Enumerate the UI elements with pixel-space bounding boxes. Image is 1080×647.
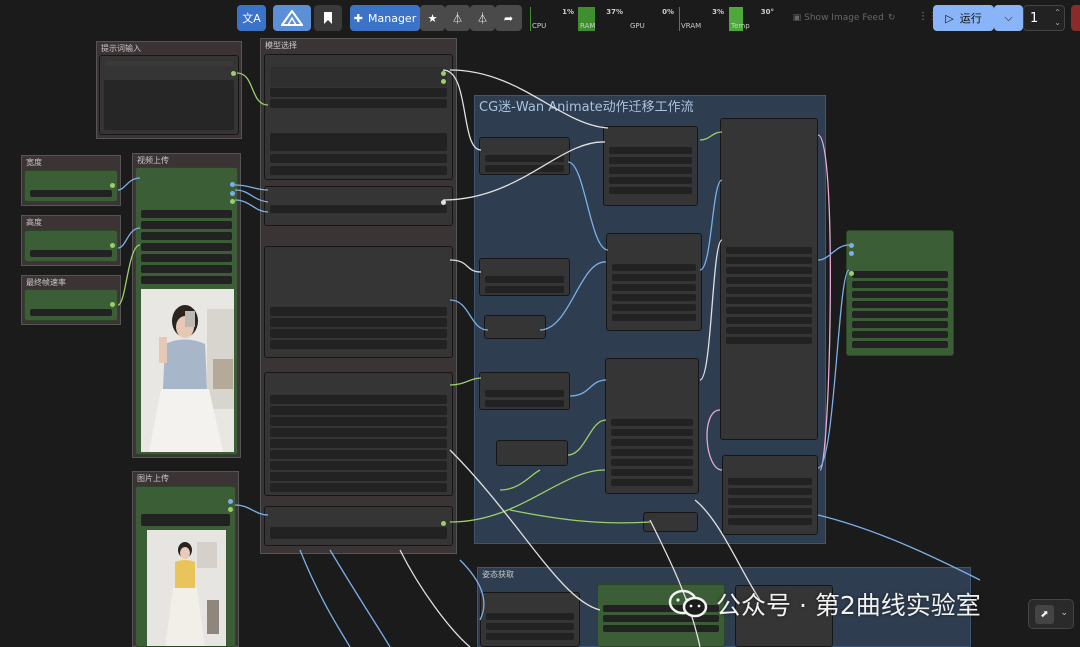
model-loader-node-2[interactable] (264, 186, 453, 226)
meter-label: VRAM (681, 22, 702, 30)
meter-value: 30° (760, 8, 774, 16)
top-toolbar: 文A ✚ Manager ★ ⏃ ⏃ ➦ 1% CPU 37% RAM 0% G (226, 0, 1080, 35)
wf-node-f[interactable] (603, 126, 698, 206)
refresh-icon: ↻ (887, 13, 896, 23)
puzzle-icon: ✚ (353, 11, 363, 25)
wf-node-i[interactable] (643, 512, 698, 532)
triangle-icon: ⏃ (452, 12, 463, 25)
manager-label: Manager (368, 11, 417, 25)
wf-decode-node[interactable] (722, 455, 818, 535)
height-node[interactable] (24, 230, 118, 262)
group-title: 视频上传 (137, 156, 169, 165)
share-icon: ➦ (503, 11, 514, 25)
star-button[interactable]: ★ (420, 5, 445, 31)
prompt-text-node[interactable] (99, 55, 239, 135)
chevron-down-icon: ⌄ (1060, 608, 1068, 618)
video-output-node[interactable] (846, 230, 954, 356)
prompt-textarea[interactable] (104, 80, 234, 130)
wf-sampler-node[interactable] (720, 118, 818, 440)
close-button[interactable] (1071, 5, 1080, 31)
group-title: 姿态获取 (482, 570, 514, 579)
models-button[interactable]: ⏃ (470, 5, 495, 31)
meter-label: Temp (731, 22, 750, 30)
run-button[interactable]: ▷ 运行 (933, 5, 994, 31)
width-node[interactable] (24, 170, 118, 202)
image-icon: ▣ (792, 13, 802, 23)
group-title: 提示词输入 (101, 44, 141, 53)
vram-meter: 3% VRAM (679, 7, 726, 31)
nodes-button[interactable]: ⏃ (445, 5, 470, 31)
translate-button[interactable]: 文A (237, 5, 266, 31)
batch-count-input[interactable]: 1 ⌃ ⌄ (1023, 5, 1065, 31)
translate-icon: 文A (242, 12, 261, 25)
meter-label: CPU (532, 22, 547, 30)
wf-node-b[interactable] (479, 258, 570, 296)
wf-node-h[interactable] (605, 358, 699, 494)
run-dropdown-button[interactable]: ⌵ (994, 5, 1023, 31)
meter-value: 1% (562, 8, 574, 16)
batch-count-value: 1 (1030, 10, 1039, 26)
wf-node-g[interactable] (606, 233, 702, 331)
group-title: 最终帧速率 (26, 278, 66, 287)
bookmark-button[interactable] (314, 5, 342, 31)
stepper-icon[interactable]: ⌃ ⌄ (1054, 8, 1061, 28)
pose-node-1[interactable] (480, 592, 580, 647)
watermark: 公众号 · 第2曲线实验室 (668, 585, 981, 623)
image-feed-label: Show Image Feed (804, 13, 884, 23)
meter-label: RAM (580, 22, 596, 30)
chevron-down-icon: ⌵ (1004, 11, 1013, 24)
cpu-meter: 1% CPU (530, 7, 576, 31)
manager-button[interactable]: ✚ Manager (350, 5, 420, 31)
ram-meter: 37% RAM (578, 7, 625, 31)
gpu-meter: 0% GPU (628, 7, 676, 31)
run-label: 运行 (959, 12, 982, 25)
temp-meter: 30° Temp (729, 7, 776, 31)
pointer-icon: ⬈ (1035, 605, 1054, 624)
wf-node-e[interactable] (496, 440, 568, 466)
share-button[interactable]: ➦ (495, 5, 522, 31)
canvas-mode-button[interactable]: ⬈ ⌄ (1028, 599, 1074, 629)
meter-value: 0% (662, 8, 674, 16)
meter-label: GPU (630, 22, 645, 30)
node-canvas[interactable]: 提示词输入 模型选择 CG迷-Wan Animate动作迁移工作流 宽度 高度 … (0, 0, 1080, 647)
group-title: 高度 (26, 218, 42, 227)
group-title: 模型选择 (265, 41, 297, 50)
watermark-text: 公众号 · 第2曲线实验室 (716, 591, 981, 620)
video-preview (141, 289, 234, 452)
wf-node-c[interactable] (484, 315, 546, 339)
bookmark-icon (324, 12, 332, 24)
wf-node-d[interactable] (479, 372, 570, 410)
wf-node-a[interactable] (479, 137, 570, 175)
model-loader-node-3[interactable] (264, 246, 453, 358)
group-title: 图片上传 (137, 474, 169, 483)
image-feed-button[interactable]: ▣ Show Image Feed ↻ (786, 5, 902, 31)
video-upload-node[interactable] (135, 167, 238, 455)
model-loader-node-1[interactable] (264, 54, 453, 180)
triangle-icon: ⏃ (477, 12, 488, 25)
image-upload-node[interactable] (135, 486, 236, 647)
comfy-logo-icon (281, 10, 303, 26)
meter-value: 37% (606, 8, 623, 16)
play-icon: ▷ (945, 11, 954, 25)
meter-value: 3% (712, 8, 724, 16)
fps-node[interactable] (24, 289, 118, 321)
star-icon: ★ (427, 11, 438, 25)
group-title: 宽度 (26, 158, 42, 167)
image-preview (147, 530, 226, 646)
model-loader-node-4[interactable] (264, 372, 453, 496)
logo-button[interactable] (273, 5, 311, 31)
group-title: CG迷-Wan Animate动作迁移工作流 (479, 100, 694, 115)
wechat-icon (668, 589, 708, 619)
model-loader-node-5[interactable] (264, 506, 453, 546)
